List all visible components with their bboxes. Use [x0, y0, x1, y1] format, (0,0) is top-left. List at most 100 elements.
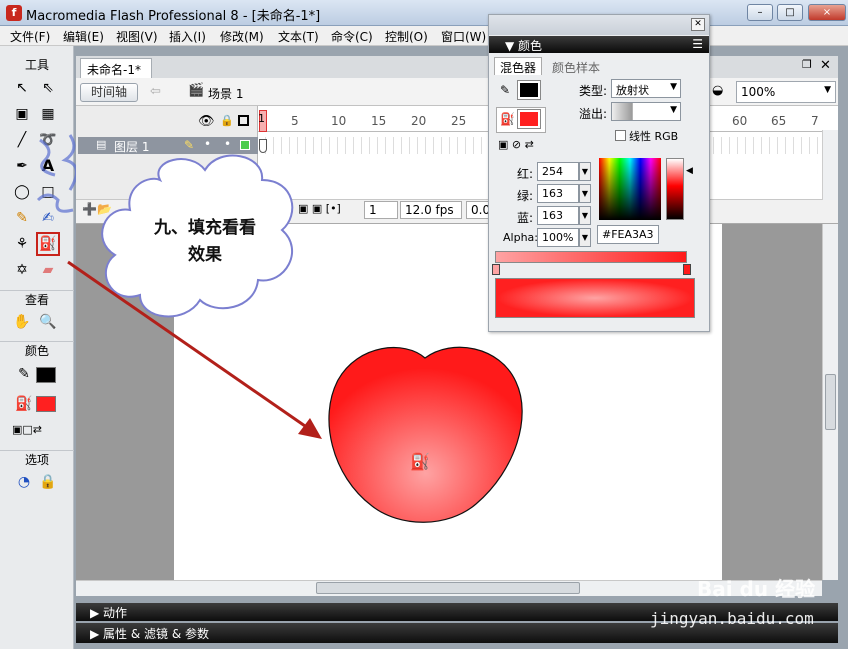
red-dropdown-icon[interactable]: ▼ [579, 162, 591, 181]
options-header: 选项 [0, 450, 74, 468]
menu-view[interactable]: 视图(V) [116, 28, 158, 45]
menu-insert[interactable]: 插入(I) [169, 28, 206, 45]
chevron-down-icon: ▼ [824, 85, 831, 95]
frame-number: 15 [371, 114, 387, 128]
doc-close-icon[interactable]: ✕ [820, 58, 831, 73]
gradient-stop-right[interactable] [683, 264, 691, 275]
swap-colors-icon[interactable]: ▣ ⊘ ⇄ [498, 138, 534, 151]
hex-input[interactable]: #FEA3A3 [597, 225, 659, 244]
color-panel-header[interactable]: ▼ 颜色 ☰ [489, 36, 709, 53]
fill-type-value: 放射状 [616, 84, 649, 97]
frame-number: 7 [811, 114, 819, 128]
mixer-fill-swatch[interactable] [517, 109, 541, 129]
frame-number: 25 [451, 114, 467, 128]
red-input[interactable]: 254 [537, 162, 579, 181]
gradient-preview [495, 278, 695, 318]
eye-icon[interactable]: 👁 [198, 114, 215, 129]
tab-mixer[interactable]: 混色器 [494, 57, 542, 75]
type-label: 类型: [579, 84, 608, 98]
arrow-head-icon [298, 418, 322, 439]
vertical-scroll-thumb[interactable] [825, 374, 836, 430]
frame-number: 60 [732, 114, 748, 128]
zoom-select[interactable]: 100% ▼ [736, 81, 836, 103]
lock-fill-icon[interactable]: 🔒 [38, 472, 58, 492]
scene-label: 场景 1 [208, 87, 244, 101]
alpha-label: Alpha: [503, 231, 538, 244]
frame-number: 5 [291, 114, 299, 128]
blue-label: 蓝: [517, 211, 534, 225]
callout-text: 九、填充看看 效果 [140, 215, 270, 269]
color-panel-title: 颜色 [518, 39, 543, 53]
timeline-toggle-button[interactable]: 时间轴 [80, 83, 138, 102]
watermark-url: jingyan.baidu.com [650, 609, 814, 628]
horizontal-scroll-thumb[interactable] [316, 582, 580, 594]
flash-app-icon: f [6, 5, 22, 21]
gap-size-icon[interactable]: ◔ [14, 472, 34, 492]
menu-modify[interactable]: 修改(M) [220, 28, 264, 45]
gradient-definition-bar[interactable] [495, 251, 687, 263]
outline-icon[interactable] [238, 115, 249, 126]
maximize-button[interactable]: □ [777, 4, 803, 21]
brightness-slider[interactable] [666, 158, 684, 220]
linear-rgb-checkbox[interactable] [615, 130, 626, 141]
actions-label: 动作 [103, 606, 128, 620]
frame-number: 20 [411, 114, 427, 128]
blue-input[interactable]: 163 [537, 206, 579, 225]
menu-window[interactable]: 窗口(W) [441, 28, 486, 45]
baidu-watermark: Bai du 经验 [697, 577, 816, 601]
tools-header: 工具 [24, 58, 49, 72]
linear-rgb-label: 线性 RGB [629, 130, 679, 143]
menu-bar: 文件(F) 编辑(E) 视图(V) 插入(I) 修改(M) 文本(T) 命令(C… [0, 26, 848, 46]
paint-bucket-cursor-icon: ⛽ [410, 452, 430, 471]
color-spectrum[interactable] [599, 158, 661, 220]
gradient-transform-tool-icon[interactable]: ▦ [38, 104, 58, 124]
frame-number: 65 [771, 114, 787, 128]
document-tabbar [76, 56, 838, 78]
green-dropdown-icon[interactable]: ▼ [579, 184, 591, 203]
red-label: 红: [517, 167, 534, 181]
tutorial-annotation [67, 154, 322, 439]
edit-symbols-icon[interactable]: ◒ [712, 83, 723, 98]
alpha-input[interactable]: 100% [537, 228, 579, 247]
menu-text[interactable]: 文本(T) [278, 28, 319, 45]
callout-line-1: 九、填充看看 [154, 218, 256, 238]
green-input[interactable]: 163 [537, 184, 579, 203]
scene-icon: 🎬 [188, 83, 205, 98]
blue-dropdown-icon[interactable]: ▼ [579, 206, 591, 225]
mixer-stroke-swatch[interactable] [517, 80, 541, 100]
tab-swatches[interactable]: 颜色样本 [552, 59, 600, 76]
menu-edit[interactable]: 编辑(E) [63, 28, 104, 45]
subselection-tool-icon[interactable]: ⇖ [38, 78, 58, 98]
overflow-label: 溢出: [579, 107, 608, 121]
close-button[interactable]: × [808, 4, 846, 21]
timeline-scrollbar[interactable] [822, 130, 838, 200]
menu-commands[interactable]: 命令(C) [331, 28, 373, 45]
vertical-scrollbar[interactable] [822, 224, 838, 580]
green-label: 绿: [517, 189, 534, 203]
selection-tool-icon[interactable]: ↖ [12, 78, 32, 98]
restore-icon[interactable]: ❐ [802, 58, 812, 71]
callout-line-2: 效果 [188, 245, 222, 265]
lock-icon[interactable]: 🔒 [220, 114, 234, 127]
fill-bucket-icon: ⛽ [500, 112, 515, 126]
gradient-stop-left[interactable] [492, 264, 500, 275]
panel-close-icon[interactable]: ✕ [691, 18, 705, 31]
brightness-pointer-icon[interactable]: ◀ [686, 166, 693, 176]
chevron-down-icon: ▼ [670, 105, 677, 115]
fill-type-select[interactable]: 放射状 ▼ [611, 79, 681, 98]
frame-number: 1 [258, 112, 265, 125]
document-tab[interactable]: 未命名-1* [80, 58, 152, 78]
chevron-down-icon: ▼ [670, 82, 677, 92]
window-title: Macromedia Flash Professional 8 - [未命名-1… [26, 9, 321, 24]
panel-menu-icon[interactable]: ☰ [692, 37, 703, 51]
frame-number: 10 [331, 114, 347, 128]
alpha-dropdown-icon[interactable]: ▼ [579, 228, 591, 247]
color-panel-titlebar[interactable]: ✕ [489, 15, 709, 35]
menu-file[interactable]: 文件(F) [10, 28, 50, 45]
back-arrow-icon[interactable]: ⇦ [150, 84, 161, 99]
minimize-button[interactable]: – [747, 4, 773, 21]
overflow-select[interactable]: ▼ [611, 102, 681, 121]
free-transform-tool-icon[interactable]: ▣ [12, 104, 32, 124]
properties-label: 属性 & 滤镜 & 参数 [103, 627, 210, 641]
menu-control[interactable]: 控制(O) [385, 28, 428, 45]
